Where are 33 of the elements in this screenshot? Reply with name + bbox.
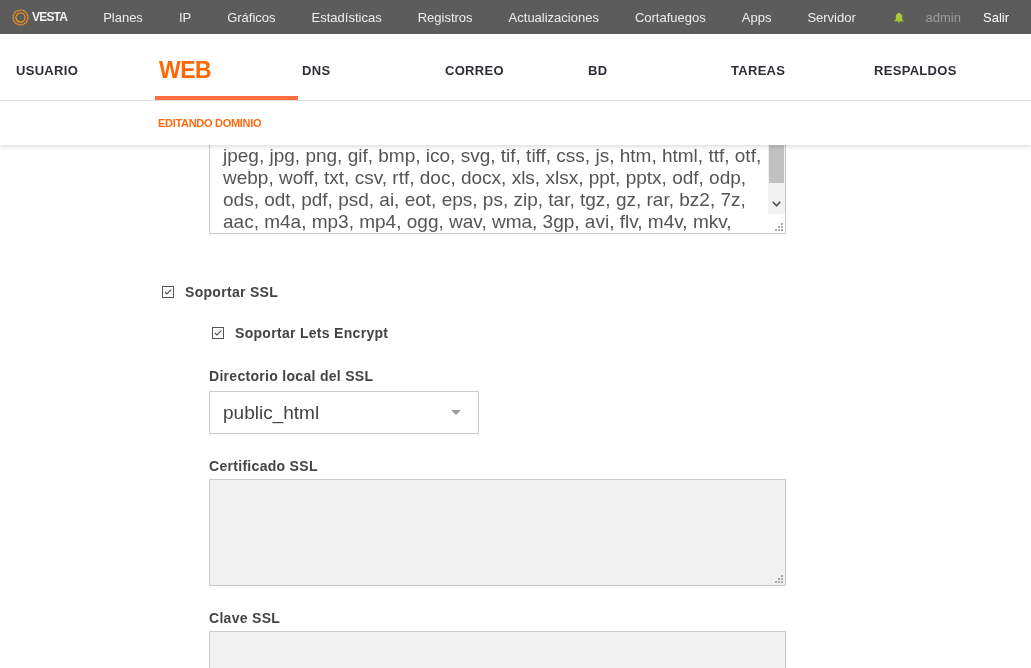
textarea-field[interactable]: jpeg, jpg, png, gif, bmp, ico, svg, tif, tiff, css, js, htm, html, ttf, otf, webp, woff, txt, csv, rtf, doc, docx, xls, xlsx, ppt, pptx, odf, odp, ods, odt, pdf, psd, ai, eot, eps, ps, zip, tar, tgz, gz, rar, bz2, 7z, aac, m4a, mp3, mp4, ogg, wav, wma, 3gp, avi, flv, m4v, mkv, [209, 145, 786, 234]
nav-link[interactable]: Servidor [807, 9, 856, 25]
chevron-down-icon[interactable] [772, 201, 781, 207]
nav-link[interactable]: Registros [417, 9, 473, 25]
field-label: Directorio local del SSL [209, 367, 374, 386]
nav-link[interactable]: Gráficos [227, 9, 276, 25]
resize-grip-icon[interactable] [775, 223, 783, 231]
tab[interactable]: USUARIO [12, 34, 155, 100]
logout-link[interactable]: Salir [983, 9, 1009, 25]
checkbox[interactable] [162, 286, 174, 298]
checkbox[interactable] [212, 327, 224, 339]
nav-link[interactable]: Planes [103, 9, 143, 25]
tab[interactable]: RESPALDOS [870, 34, 1013, 100]
bell-icon[interactable] [893, 11, 904, 23]
page-subtitle: EDITANDO DOMINIO [158, 117, 262, 129]
field-label: Certificado SSL [209, 457, 318, 476]
nav-link[interactable]: Apps [741, 9, 772, 25]
tab[interactable]: CORREO [441, 34, 584, 100]
field-label: Clave SSL [209, 609, 281, 628]
nav-link[interactable]: Actualizaciones [508, 9, 599, 25]
logo-text: VESTA [32, 10, 68, 24]
checkbox-label: Soportar Lets Encrypt [235, 325, 389, 341]
tab[interactable]: DNS [298, 34, 441, 100]
ring-logo-icon [12, 8, 29, 26]
scrollbar[interactable] [768, 145, 785, 214]
caret-down-icon [451, 410, 461, 415]
nav-link[interactable]: Estadísticas [311, 9, 382, 25]
tab[interactable]: BD [584, 34, 727, 100]
checkbox-label: Soportar SSL [185, 284, 279, 300]
nav-link[interactable]: Cortafuegos [634, 9, 706, 25]
dropdown[interactable]: public_html [209, 391, 479, 434]
tab[interactable]: TAREAS [727, 34, 870, 100]
nav-link[interactable]: IP [178, 9, 192, 25]
